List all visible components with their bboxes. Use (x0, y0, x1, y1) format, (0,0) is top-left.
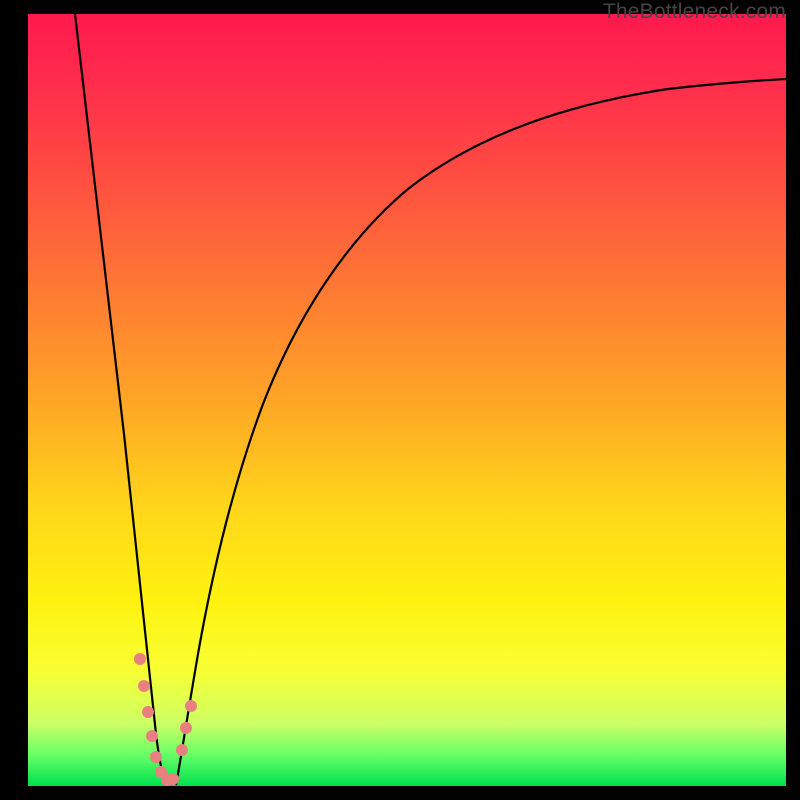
attribution-text: TheBottleneck.com (603, 0, 786, 24)
chart-plot-area (28, 14, 786, 786)
marker-dots-right (176, 700, 197, 756)
chart-curves-svg (28, 14, 786, 786)
chart-frame: TheBottleneck.com (0, 0, 800, 800)
curve-left-branch (75, 14, 166, 785)
marker-dots-left (134, 653, 179, 786)
curve-right-branch (176, 79, 786, 785)
